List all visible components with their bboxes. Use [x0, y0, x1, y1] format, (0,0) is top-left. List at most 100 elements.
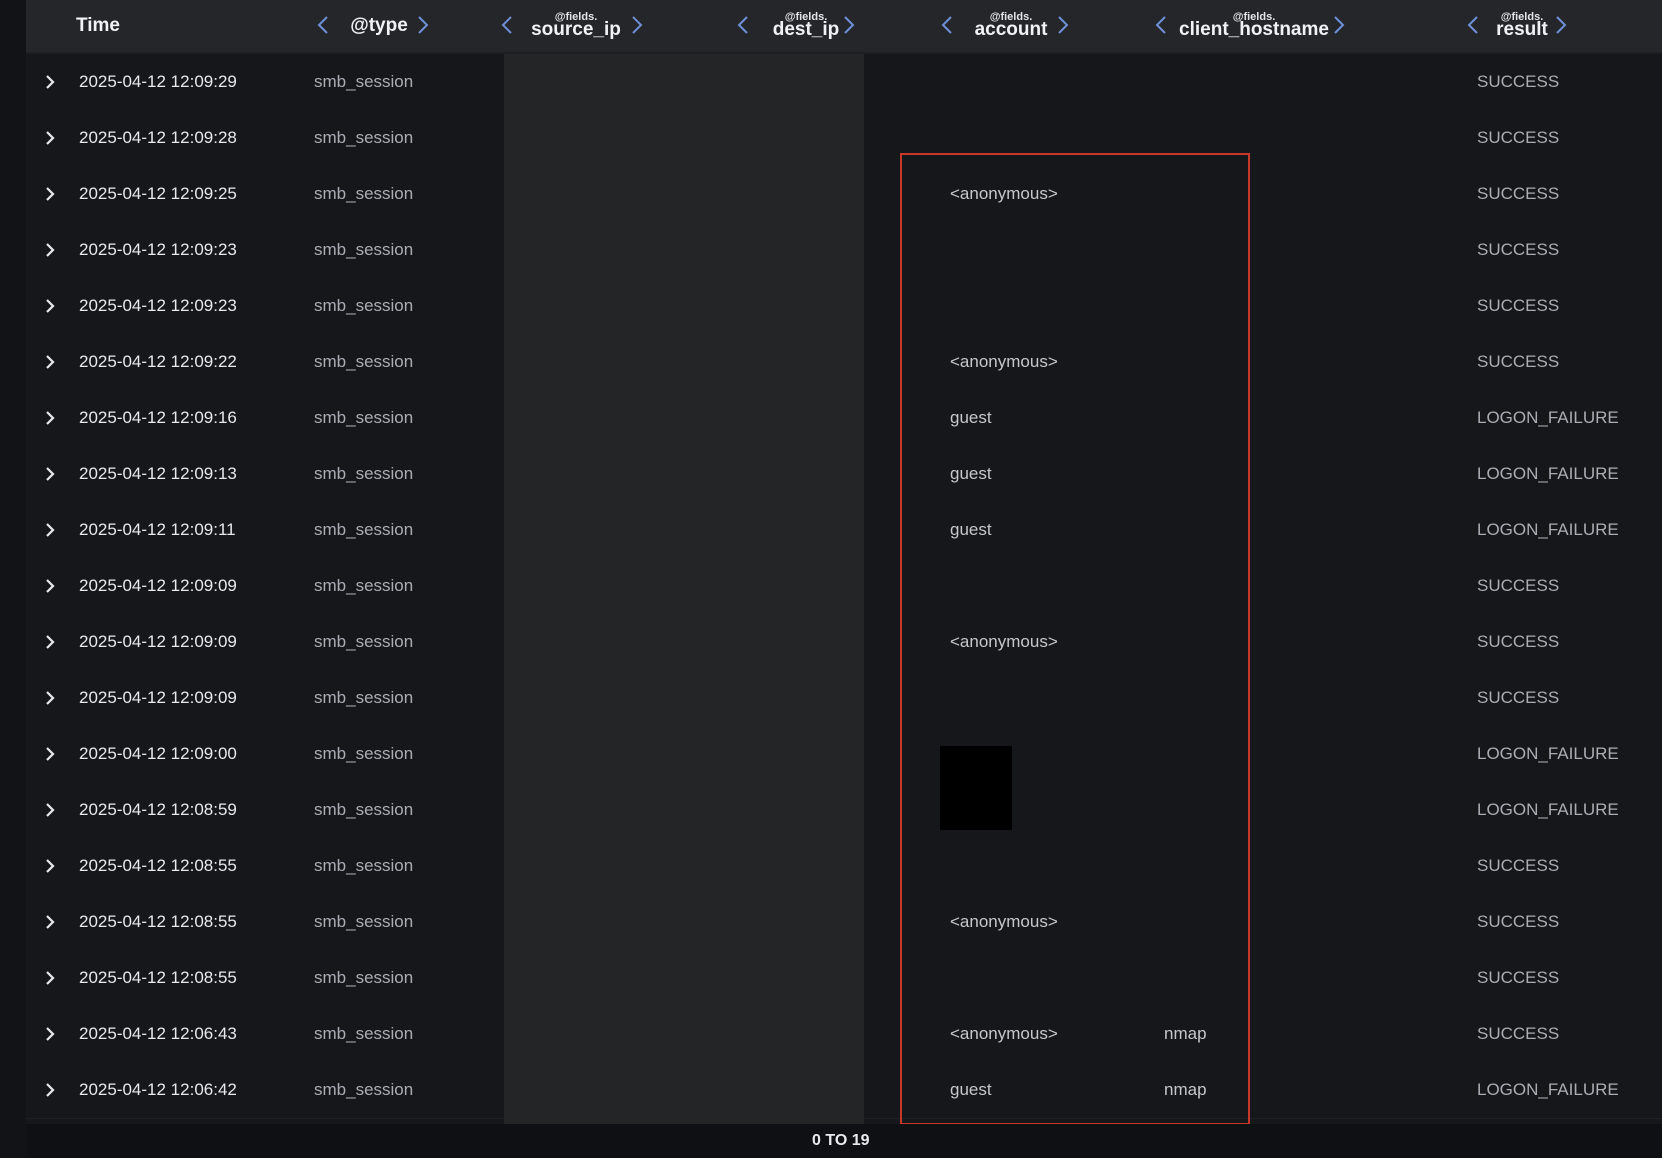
cell-time: 2025-04-12 12:06:42 — [79, 1080, 237, 1099]
cell-time: 2025-04-12 12:09:29 — [79, 72, 237, 91]
cell-type: smb_session — [314, 968, 414, 987]
chevron-left-icon — [941, 16, 952, 34]
chevron-left-icon — [1155, 16, 1166, 34]
cell-client-hostname: nmap — [1164, 1024, 1207, 1043]
chevron-right-icon — [46, 411, 55, 425]
column-header-time[interactable]: Time — [76, 0, 136, 52]
cell-time: 2025-04-12 12:09:28 — [79, 128, 237, 147]
expand-row-button[interactable] — [40, 184, 60, 204]
column-header-result[interactable]: @fields. result — [1488, 0, 1556, 52]
redacted-ip-columns — [504, 54, 864, 1124]
chevron-right-icon — [1556, 16, 1567, 34]
cell-account: <anonymous> — [950, 352, 1058, 371]
chevron-right-icon — [46, 243, 55, 257]
cell-result: SUCCESS — [1477, 240, 1560, 259]
cell-time: 2025-04-12 12:09:09 — [79, 688, 237, 707]
cell-time: 2025-04-12 12:09:23 — [79, 240, 237, 259]
chevron-right-icon — [46, 75, 55, 89]
cell-time: 2025-04-12 12:08:55 — [79, 856, 237, 875]
cell-type: smb_session — [314, 240, 414, 259]
column-header-dest-ip[interactable]: @fields. dest_ip — [766, 0, 846, 52]
cell-type: smb_session — [314, 464, 414, 483]
expand-row-button[interactable] — [40, 632, 60, 652]
expand-row-button[interactable] — [40, 520, 60, 540]
cell-time: 2025-04-12 12:09:13 — [79, 464, 237, 483]
table-footer: 0 TO 19 — [26, 1124, 1662, 1158]
move-column-right-button[interactable] — [1550, 14, 1572, 36]
move-column-left-button[interactable] — [1150, 14, 1172, 36]
cell-result: SUCCESS — [1477, 352, 1560, 371]
move-column-right-button[interactable] — [1052, 14, 1074, 36]
column-header-type[interactable]: @type — [344, 0, 414, 52]
column-label: account — [974, 19, 1048, 40]
cell-result: SUCCESS — [1477, 632, 1560, 651]
column-label: dest_ip — [772, 19, 840, 40]
expand-row-button[interactable] — [40, 128, 60, 148]
expand-row-button[interactable] — [40, 72, 60, 92]
cell-result: LOGON_FAILURE — [1477, 800, 1619, 819]
move-column-right-button[interactable] — [626, 14, 648, 36]
move-column-right-button[interactable] — [838, 14, 860, 36]
cell-result: SUCCESS — [1477, 296, 1560, 315]
chevron-right-icon — [46, 803, 55, 817]
expand-row-button[interactable] — [40, 352, 60, 372]
cell-time: 2025-04-12 12:08:55 — [79, 968, 237, 987]
cell-time: 2025-04-12 12:08:55 — [79, 912, 237, 931]
expand-row-button[interactable] — [40, 576, 60, 596]
expand-row-button[interactable] — [40, 968, 60, 988]
move-column-left-button[interactable] — [732, 14, 754, 36]
chevron-right-icon — [46, 355, 55, 369]
move-column-left-button[interactable] — [312, 14, 334, 36]
chevron-right-icon — [46, 1083, 55, 1097]
expand-row-button[interactable] — [40, 912, 60, 932]
cell-time: 2025-04-12 12:06:43 — [79, 1024, 237, 1043]
cell-type: smb_session — [314, 800, 414, 819]
expand-row-button[interactable] — [40, 1080, 60, 1100]
cell-type: smb_session — [314, 184, 414, 203]
column-header-source-ip[interactable]: @fields. source_ip — [526, 0, 626, 52]
pagination-range: 0 TO 19 — [812, 1132, 870, 1149]
cell-type: smb_session — [314, 352, 414, 371]
cell-result: LOGON_FAILURE — [1477, 464, 1619, 483]
cell-result: SUCCESS — [1477, 912, 1560, 931]
column-label: source_ip — [531, 19, 621, 40]
cell-result: LOGON_FAILURE — [1477, 744, 1619, 763]
chevron-left-icon — [1467, 16, 1478, 34]
expand-row-button[interactable] — [40, 408, 60, 428]
chevron-right-icon — [418, 16, 429, 34]
column-label: @type — [350, 15, 408, 36]
cell-account: guest — [950, 1080, 992, 1099]
cell-time: 2025-04-12 12:09:23 — [79, 296, 237, 315]
move-column-left-button[interactable] — [496, 14, 518, 36]
expand-row-button[interactable] — [40, 856, 60, 876]
expand-row-button[interactable] — [40, 800, 60, 820]
cell-type: smb_session — [314, 128, 414, 147]
redaction-block — [940, 746, 1012, 830]
chevron-right-icon — [46, 579, 55, 593]
move-column-right-button[interactable] — [412, 14, 434, 36]
move-column-left-button[interactable] — [936, 14, 958, 36]
cell-result: SUCCESS — [1477, 72, 1560, 91]
chevron-right-icon — [1058, 16, 1069, 34]
expand-row-button[interactable] — [40, 240, 60, 260]
column-label: Time — [76, 15, 121, 36]
expand-row-button[interactable] — [40, 296, 60, 316]
chevron-right-icon — [46, 859, 55, 873]
cell-type: smb_session — [314, 688, 414, 707]
chevron-right-icon — [632, 16, 643, 34]
column-header-account[interactable]: @fields. account — [966, 0, 1056, 52]
move-column-right-button[interactable] — [1328, 14, 1350, 36]
cell-result: LOGON_FAILURE — [1477, 520, 1619, 539]
expand-row-button[interactable] — [40, 464, 60, 484]
cell-result: LOGON_FAILURE — [1477, 1080, 1619, 1099]
chevron-right-icon — [46, 299, 55, 313]
move-column-left-button[interactable] — [1462, 14, 1484, 36]
expand-row-button[interactable] — [40, 688, 60, 708]
cell-type: smb_session — [314, 408, 414, 427]
cell-time: 2025-04-12 12:09:22 — [79, 352, 237, 371]
expand-row-button[interactable] — [40, 744, 60, 764]
column-header-client-hostname[interactable]: @fields. client_hostname — [1179, 0, 1329, 52]
expand-row-button[interactable] — [40, 1024, 60, 1044]
log-table: Time @type @fields. source_ip @fields. d… — [26, 0, 1662, 1158]
cell-account: guest — [950, 464, 992, 483]
